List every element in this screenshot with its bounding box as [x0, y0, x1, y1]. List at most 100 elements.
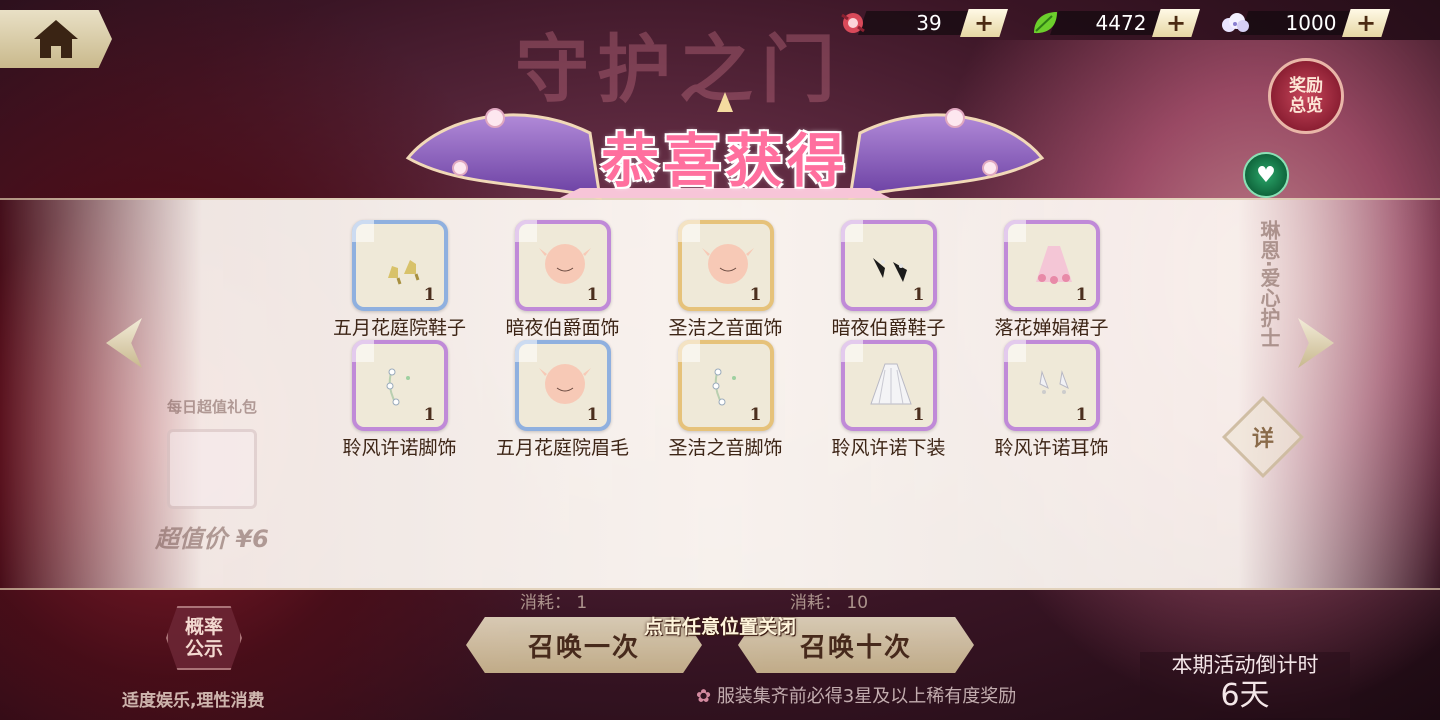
item-frame[interactable]: 1 — [840, 340, 937, 431]
summon-one-cost-label: 消耗： — [520, 593, 571, 613]
skirt-white-icon — [869, 363, 912, 405]
frame-corner-icon — [840, 340, 863, 362]
summon-ten-cost: 消耗： 10 — [790, 588, 868, 613]
result-panel[interactable]: 琳恩·爱心护士 详 每日超值礼包 超值价 ¥6 1 五月花庭院鞋子 1 暗夜伯爵面饰 1… — [0, 198, 1440, 590]
daily-pack-label: 每日超值礼包 — [166, 398, 257, 416]
item-frame[interactable]: 1 — [840, 220, 937, 311]
daily-pack-promo[interactable]: 每日超值礼包 超值价 ¥6 — [132, 396, 292, 566]
reward-item[interactable]: 1 聆风许诺耳饰 — [970, 340, 1133, 460]
candy-icon — [836, 8, 870, 38]
summon-one-cost-value: 1 — [576, 593, 588, 613]
item-quantity: 1 — [586, 405, 599, 425]
reward-item[interactable]: 1 五月花庭院眉毛 — [481, 340, 644, 460]
item-frame[interactable]: 1 — [351, 340, 448, 431]
currency-candy-value: 39 — [916, 11, 942, 35]
summon-one-cost: 消耗： 1 — [520, 588, 587, 613]
detail-button[interactable]: 详 — [1221, 395, 1305, 479]
probability-button[interactable]: 概率 公示 — [166, 606, 242, 670]
event-countdown: 本期活动倒计时 6天 — [1140, 652, 1350, 718]
item-name: 圣洁之音面饰 — [668, 317, 783, 339]
reward-item[interactable]: 1 圣洁之音脚饰 — [644, 340, 807, 460]
item-name: 五月花庭院鞋子 — [332, 317, 466, 339]
character-label: 琳恩·爱心护士 — [1257, 220, 1281, 348]
item-quantity: 1 — [749, 405, 762, 425]
item-name: 暗夜伯爵面饰 — [505, 317, 620, 339]
reward-item[interactable]: 1 落花婵娟裙子 — [970, 220, 1133, 340]
frame-corner-icon — [514, 340, 537, 362]
reward-items-grid: 1 五月花庭院鞋子 1 暗夜伯爵面饰 1 圣洁之音面饰 1 暗夜伯爵鞋子 1 落花婵娟裙子 1 聆风许… — [318, 220, 1128, 470]
item-name: 五月花庭院眉毛 — [495, 437, 629, 459]
currency-cloud-value: 1000 — [1285, 11, 1337, 35]
item-quantity: 1 — [423, 405, 436, 425]
item-name: 圣洁之音脚饰 — [668, 437, 783, 459]
congrats-banner: 恭喜获得 — [400, 88, 1050, 208]
home-button[interactable] — [0, 10, 112, 68]
moderation-notice: 适度娱乐,理性消费 — [122, 691, 265, 711]
cloud-icon — [1218, 8, 1252, 38]
anklet-icon — [712, 368, 736, 406]
currency-cloud: 1000 + — [1218, 8, 1390, 38]
currency-candy: 39 + — [836, 8, 1008, 38]
reward-item[interactable]: 1 聆风许诺下装 — [807, 340, 970, 460]
anklet-icon — [386, 368, 410, 406]
probability-label-2: 公示 — [184, 638, 223, 660]
heart-icon[interactable]: ♥ — [1243, 152, 1289, 198]
reward-item[interactable]: 1 暗夜伯爵面饰 — [481, 220, 644, 340]
congrats-title: 恭喜获得 — [600, 127, 849, 195]
frame-corner-icon — [677, 340, 700, 362]
reward-item[interactable]: 1 五月花庭院鞋子 — [318, 220, 481, 340]
item-quantity: 1 — [749, 285, 762, 305]
frame-corner-icon — [351, 220, 374, 242]
reward-overview-label-1: 奖励 — [1289, 76, 1323, 96]
next-arrow-icon[interactable] — [1298, 318, 1334, 368]
home-icon — [34, 20, 78, 58]
item-frame[interactable]: 1 — [1003, 340, 1100, 431]
summon-ten-cost-value: 10 — [846, 593, 869, 613]
item-frame[interactable]: 1 — [514, 340, 611, 431]
item-quantity: 1 — [912, 405, 925, 425]
item-name: 暗夜伯爵鞋子 — [831, 317, 946, 339]
detail-label: 详 — [1251, 427, 1274, 452]
face-icon — [538, 364, 591, 404]
frame-corner-icon — [1003, 340, 1026, 362]
daily-pack-price: 超值价 ¥6 — [155, 525, 269, 553]
item-quantity: 1 — [423, 285, 436, 305]
reward-item[interactable]: 1 圣洁之音面饰 — [644, 220, 807, 340]
guarantee-note: ✿ 服装集齐前必得3星及以上稀有度奖励 — [696, 682, 1016, 708]
close-hint: 点击任意位置关闭 — [643, 616, 796, 638]
reward-overview-button[interactable]: 奖励 总览 — [1268, 58, 1344, 134]
item-quantity: 1 — [1075, 285, 1088, 305]
guarantee-note-text: 服装集齐前必得3星及以上稀有度奖励 — [716, 686, 1017, 707]
frame-corner-icon — [514, 220, 537, 242]
item-frame[interactable]: 1 — [677, 340, 774, 431]
item-frame[interactable]: 1 — [351, 220, 448, 311]
item-quantity: 1 — [1075, 405, 1088, 425]
reward-item[interactable]: 1 暗夜伯爵鞋子 — [807, 220, 970, 340]
flower-icon: ✿ — [696, 686, 717, 707]
reward-item[interactable]: 1 聆风许诺脚饰 — [318, 340, 481, 460]
item-name: 落花婵娟裙子 — [994, 317, 1109, 339]
leaf-icon — [1028, 8, 1062, 38]
previous-arrow-icon[interactable] — [106, 318, 142, 368]
item-frame[interactable]: 1 — [514, 220, 611, 311]
item-name: 聆风许诺脚饰 — [342, 437, 457, 459]
face-icon — [701, 244, 754, 284]
item-quantity: 1 — [912, 285, 925, 305]
gift-box-icon — [167, 429, 257, 509]
shoes-black-icon — [872, 258, 907, 282]
shoes-yellow-icon — [387, 260, 419, 285]
countdown-label: 本期活动倒计时 — [1171, 653, 1319, 677]
skirt-pink-icon — [1035, 246, 1072, 284]
frame-corner-icon — [351, 340, 374, 362]
probability-label-1: 概率 — [184, 616, 223, 638]
countdown-value: 6天 — [1220, 678, 1270, 713]
item-frame[interactable]: 1 — [677, 220, 774, 311]
item-frame[interactable]: 1 — [1003, 220, 1100, 311]
item-quantity: 1 — [586, 285, 599, 305]
earring-icon — [1038, 370, 1069, 394]
currency-leaf: 4472 + — [1028, 8, 1200, 38]
reward-overview-label-2: 总览 — [1289, 96, 1323, 116]
item-name: 聆风许诺下装 — [831, 437, 946, 459]
currency-leaf-value: 4472 — [1095, 11, 1147, 35]
frame-corner-icon — [677, 220, 700, 242]
